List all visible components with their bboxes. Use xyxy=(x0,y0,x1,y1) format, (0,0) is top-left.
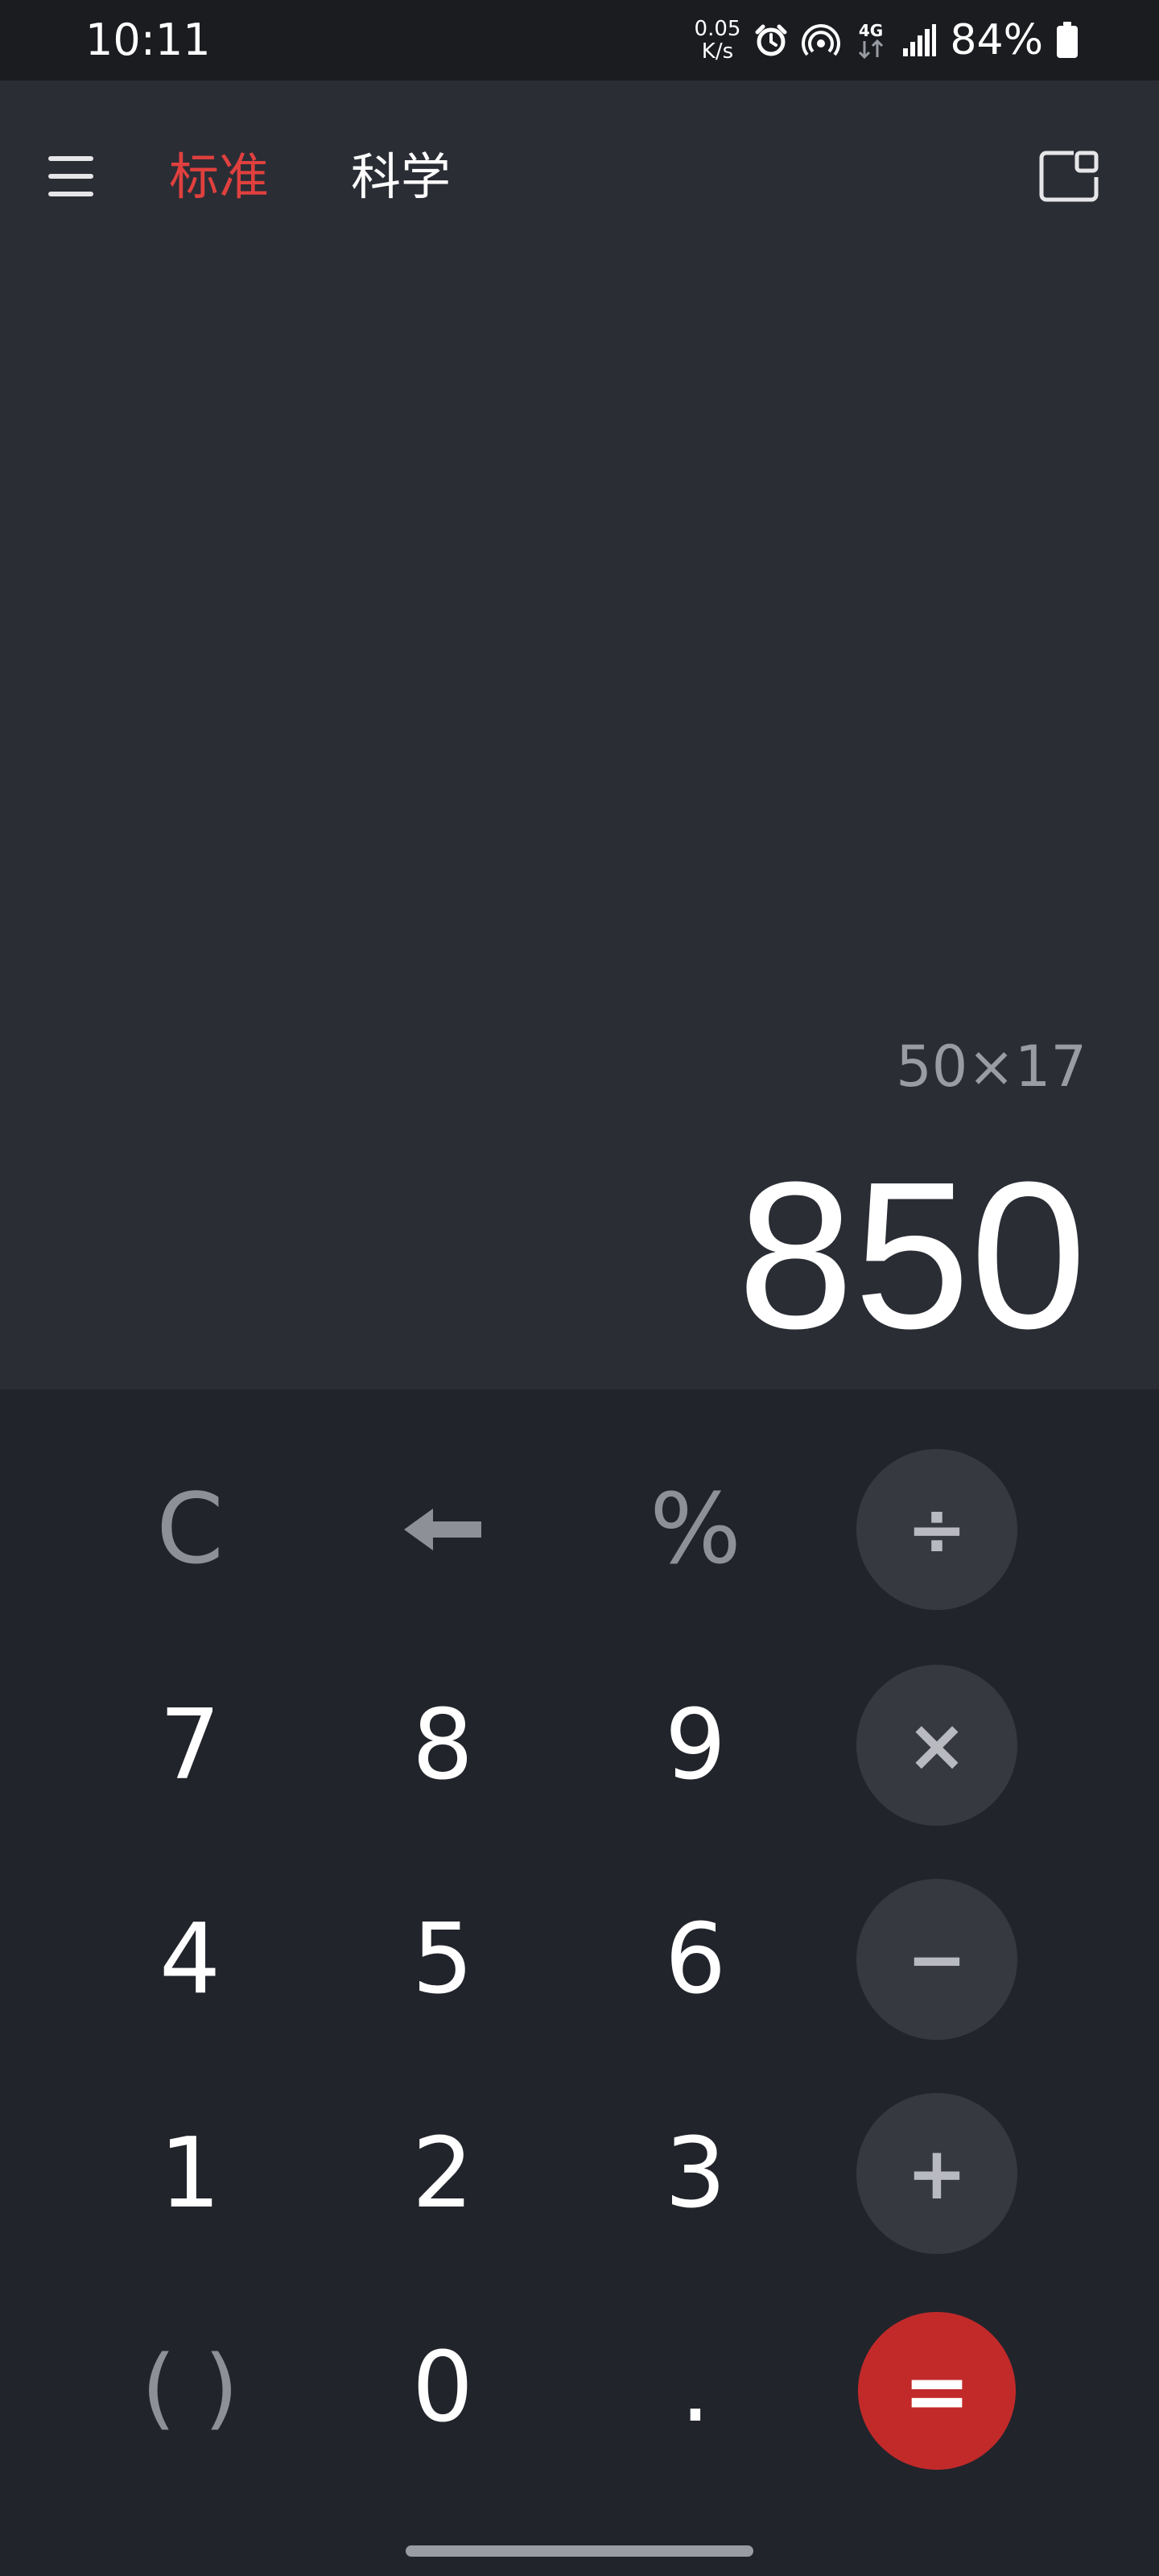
tab-scientific[interactable]: 科学 xyxy=(351,145,451,209)
status-icons: 0.05 K/s 4G 84% xyxy=(695,14,1079,66)
digit-2-button[interactable]: 2 xyxy=(362,2093,523,2254)
digit-1-button[interactable]: 1 xyxy=(109,2093,270,2254)
status-time: 10:11 xyxy=(85,14,211,65)
divide-button[interactable]: ÷ xyxy=(856,1449,1017,1610)
digit-3-button[interactable]: 3 xyxy=(615,2093,776,2254)
result-text: 850 xyxy=(737,1139,1087,1373)
pip-window-icon[interactable] xyxy=(1038,150,1099,203)
signal-icon xyxy=(903,24,937,56)
subtract-button[interactable]: − xyxy=(856,1879,1017,2040)
digit-0-button[interactable]: 0 xyxy=(362,2307,523,2468)
digit-4-button[interactable]: 4 xyxy=(109,1879,270,2040)
multiply-button[interactable]: × xyxy=(856,1665,1017,1826)
backspace-icon xyxy=(404,1509,481,1550)
digit-5-button[interactable]: 5 xyxy=(362,1879,523,2040)
network-speed-value: 0.05 xyxy=(694,17,741,41)
add-button[interactable]: + xyxy=(856,2093,1017,2254)
digit-6-button[interactable]: 6 xyxy=(615,1879,776,2040)
equals-button[interactable]: = xyxy=(858,2312,1016,2470)
home-indicator[interactable] xyxy=(406,2545,753,2557)
parentheses-button[interactable]: ( ) xyxy=(109,2307,270,2468)
network-type-icon: 4G xyxy=(859,21,884,60)
digit-8-button[interactable]: 8 xyxy=(362,1665,523,1826)
digit-9-button[interactable]: 9 xyxy=(615,1665,776,1826)
network-speed-unit: K/s xyxy=(701,39,734,64)
digit-7-button[interactable]: 7 xyxy=(109,1665,270,1826)
battery-icon xyxy=(1057,22,1078,58)
network-type-label: 4G xyxy=(859,21,883,40)
clear-button[interactable]: C xyxy=(109,1449,270,1610)
alarm-icon xyxy=(755,24,787,56)
status-bar: 10:11 0.05 K/s 4G 84% xyxy=(0,0,1159,80)
percent-button[interactable]: % xyxy=(615,1449,776,1610)
expression-text: 50×17 xyxy=(896,1034,1087,1100)
tab-standard[interactable]: 标准 xyxy=(169,145,269,209)
menu-icon[interactable] xyxy=(47,153,98,201)
decimal-point-button[interactable]: . xyxy=(615,2307,776,2468)
hotspot-icon xyxy=(802,24,841,56)
battery-percent: 84% xyxy=(950,16,1043,64)
backspace-button[interactable] xyxy=(362,1449,523,1610)
network-speed: 0.05 K/s xyxy=(695,18,741,63)
